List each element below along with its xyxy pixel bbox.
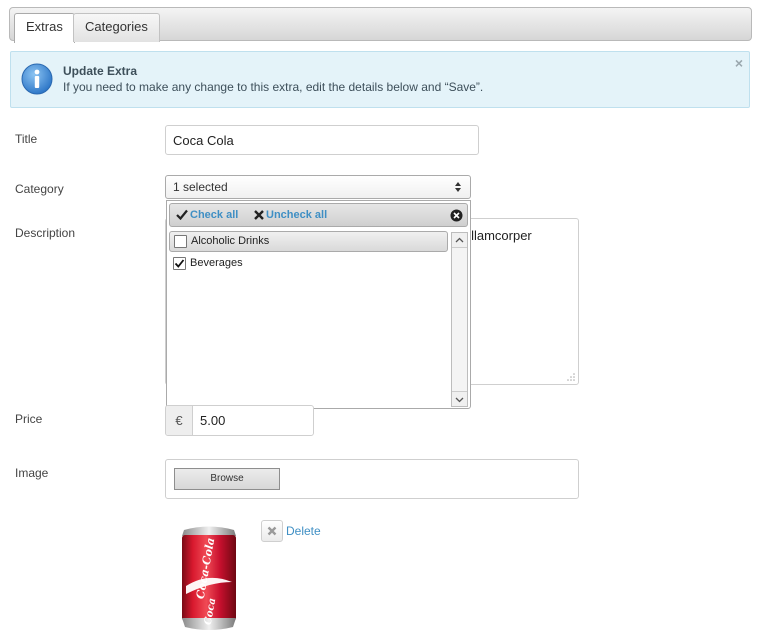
alert-text: If you need to make any change to this e…: [63, 80, 484, 94]
dropdown-options-list: Alcoholic Drinks Beverages: [167, 231, 451, 407]
option-beverages[interactable]: Beverages: [169, 254, 448, 275]
check-icon: [176, 209, 188, 221]
product-image-coca-cola-can: Coca-Cola Coca: [182, 526, 236, 630]
description-label: Description: [15, 226, 76, 240]
check-all-link[interactable]: Check all: [176, 209, 238, 221]
resize-grip-icon[interactable]: [567, 373, 575, 381]
image-label: Image: [15, 466, 49, 480]
option-label: Alcoholic Drinks: [191, 235, 270, 247]
price-input[interactable]: € 5.00: [165, 405, 314, 436]
category-select[interactable]: 1 selected: [165, 175, 471, 199]
category-select-value: 1 selected: [173, 180, 228, 194]
scroll-up-button[interactable]: [452, 233, 467, 248]
dropdown-scrollbar[interactable]: [451, 232, 468, 407]
sort-arrows-icon: [455, 182, 461, 192]
option-alcoholic-drinks[interactable]: Alcoholic Drinks: [169, 231, 448, 252]
tab-extras[interactable]: Extras: [14, 13, 75, 43]
chevron-up-icon: [455, 237, 464, 243]
alert-title: Update Extra: [63, 64, 138, 78]
x-icon: [254, 210, 264, 220]
chevron-down-icon: [455, 397, 464, 403]
image-upload-field: Browse: [165, 459, 579, 499]
x-icon: [267, 526, 277, 536]
category-label: Category: [15, 182, 64, 196]
browse-button[interactable]: Browse: [174, 468, 280, 490]
checkbox-unchecked[interactable]: [174, 235, 187, 248]
title-input[interactable]: [165, 125, 479, 155]
close-circle-icon[interactable]: [450, 209, 463, 222]
delete-image-button[interactable]: [261, 520, 283, 542]
tab-bar: Extras Categories: [9, 7, 752, 43]
tab-categories[interactable]: Categories: [73, 13, 160, 42]
price-value: 5.00: [200, 413, 226, 428]
dropdown-header: Check all Uncheck all: [169, 203, 468, 227]
title-label: Title: [15, 132, 38, 146]
price-label: Price: [15, 412, 43, 426]
delete-image-link[interactable]: Delete: [286, 524, 321, 538]
currency-addon: €: [166, 406, 193, 435]
alert-close-button[interactable]: ×: [735, 56, 743, 70]
scroll-down-button[interactable]: [452, 391, 467, 406]
checkbox-checked[interactable]: [173, 257, 186, 270]
uncheck-all-link[interactable]: Uncheck all: [254, 209, 327, 221]
uncheck-all-label: Uncheck all: [266, 209, 328, 221]
option-label: Beverages: [190, 257, 243, 269]
check-all-label: Check all: [190, 209, 239, 221]
info-alert: Update Extra If you need to make any cha…: [10, 51, 750, 108]
category-dropdown: Check all Uncheck all Alcoholic Drinks B…: [166, 200, 471, 409]
checkmark-icon: [174, 259, 185, 268]
info-icon: [21, 63, 53, 95]
